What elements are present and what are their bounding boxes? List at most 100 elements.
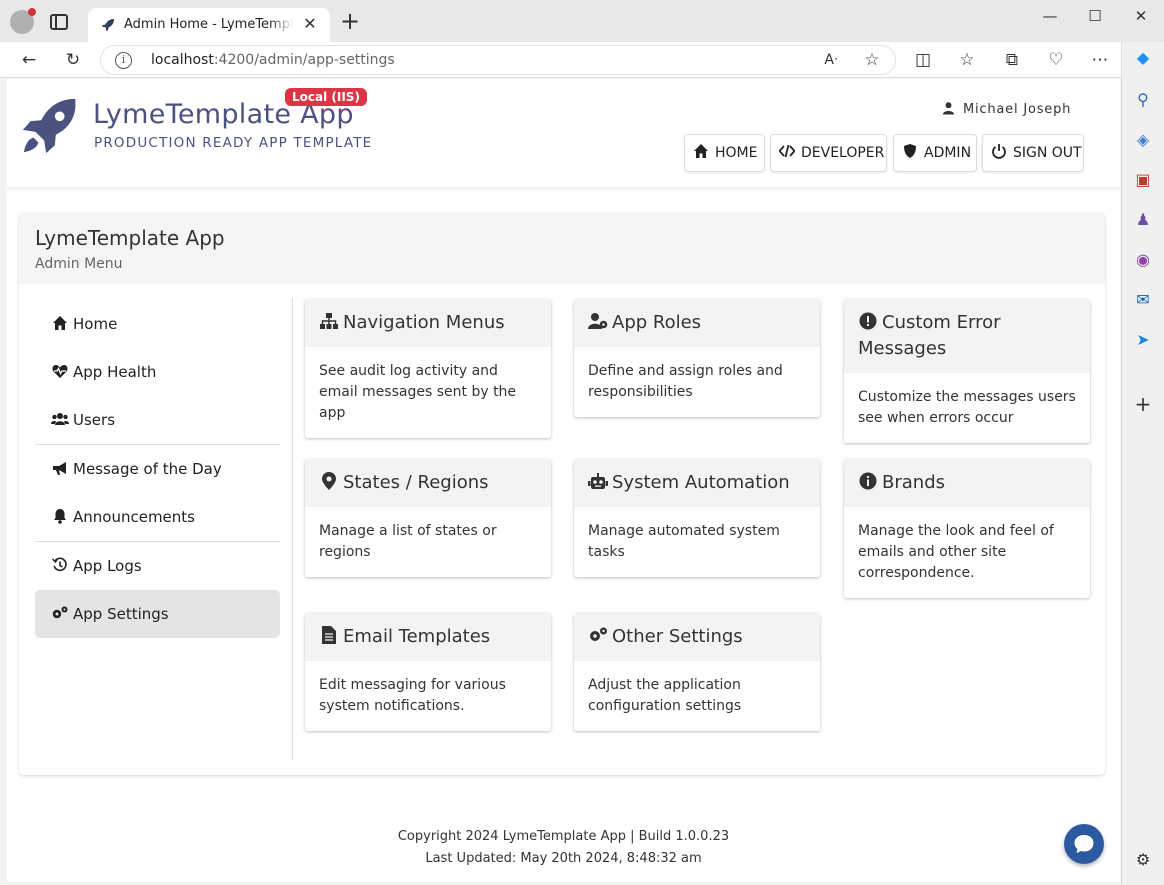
sidebar-settings-icon[interactable]: ⚙ xyxy=(1133,850,1153,870)
tile-description: Customize the messages users see when er… xyxy=(858,389,1076,426)
tile-header: Navigation Menus xyxy=(305,299,551,347)
footer-last-updated: Last Updated: May 20th 2024, 8:48:32 am xyxy=(425,851,702,866)
tile-description: Manage the look and feel of emails and o… xyxy=(858,523,1054,581)
send-icon[interactable]: ➤ xyxy=(1133,330,1153,350)
browser-tab[interactable]: Admin Home - LymeTemplate App ✕ xyxy=(88,8,330,42)
tile-description: Define and assign roles and responsibili… xyxy=(588,363,783,400)
user-gear-icon xyxy=(588,313,608,329)
tile-title: Other Settings xyxy=(612,626,743,647)
tile-header: Email Templates xyxy=(305,613,551,661)
web-page: LymeTemplate App Local (IIS) PRODUCTION … xyxy=(7,79,1120,882)
tile-header: Brands xyxy=(844,459,1090,507)
window-close-icon[interactable]: ✕ xyxy=(1118,4,1164,28)
home-icon xyxy=(694,144,708,158)
collections-icon[interactable]: ⧉ xyxy=(998,46,1026,74)
edge-sidebar: ◆ ⚲ ◈ ▣ ♟ ◉ ✉ ➤ + ⚙ xyxy=(1121,42,1164,885)
tile-system-automation[interactable]: System Automation Manage automated syste… xyxy=(574,459,820,577)
gears-icon xyxy=(590,627,607,641)
nav-developer-button[interactable]: DEVELOPER xyxy=(770,134,887,172)
tile-email-templates[interactable]: Email Templates Edit messaging for vario… xyxy=(305,613,551,731)
menu-item-users[interactable]: Users xyxy=(35,396,280,444)
menu-item-app-health[interactable]: App Health xyxy=(35,348,280,396)
tab-actions-icon[interactable] xyxy=(50,14,68,30)
current-user[interactable]: Michael Joseph xyxy=(942,101,1071,117)
exclamation-circle-icon xyxy=(859,312,877,330)
tile-title: Brands xyxy=(882,472,945,493)
tile-description: Adjust the application configuration set… xyxy=(588,677,742,714)
tile-title: Email Templates xyxy=(343,626,491,647)
tile-header: Custom Error Messages xyxy=(844,299,1090,373)
tile-title: States / Regions xyxy=(343,472,489,493)
nav-home-button[interactable]: HOME xyxy=(684,134,765,172)
menu-item-announcements[interactable]: Announcements xyxy=(35,493,280,541)
copilot-icon[interactable]: ◆ xyxy=(1133,48,1153,68)
menu-item-message-of-the-day[interactable]: Message of the Day xyxy=(35,445,280,493)
gears-icon xyxy=(52,606,68,619)
profile-avatar-icon[interactable] xyxy=(10,8,36,34)
tile-description: See audit log activity and email message… xyxy=(319,363,517,421)
tile-description: Edit messaging for various system notifi… xyxy=(319,677,506,714)
browser-essentials-icon[interactable]: ♡ xyxy=(1042,46,1070,74)
browser-toolbar: ← ↻ i localhost:4200/admin/app-settings … xyxy=(0,42,1164,78)
tile-app-roles[interactable]: App Roles Define and assign roles and re… xyxy=(574,299,820,417)
site-info-icon[interactable]: i xyxy=(115,52,132,69)
maximize-icon[interactable]: ☐ xyxy=(1072,4,1118,28)
tile-title: App Roles xyxy=(612,312,702,333)
shopping-tag-icon[interactable]: ◈ xyxy=(1133,130,1153,150)
minimize-icon[interactable]: — xyxy=(1027,4,1073,28)
menu-vertical-divider xyxy=(292,298,293,760)
nav-sign-out-button[interactable]: SIGN OUT xyxy=(982,134,1084,172)
card-title: LymeTemplate App xyxy=(35,226,225,250)
tile-description: Manage a list of states or regions xyxy=(319,523,497,560)
sitemap-icon xyxy=(320,313,338,329)
tools-icon[interactable]: ▣ xyxy=(1133,170,1153,190)
nav-admin-button[interactable]: ADMIN xyxy=(893,134,977,172)
power-icon xyxy=(992,144,1006,159)
tile-header: States / Regions xyxy=(305,459,551,507)
tile-navigation-menus[interactable]: Navigation Menus See audit log activity … xyxy=(305,299,551,438)
microsoft365-icon[interactable]: ◉ xyxy=(1133,250,1153,270)
search-icon[interactable]: ⚲ xyxy=(1133,90,1153,110)
refresh-icon[interactable]: ↻ xyxy=(59,46,87,74)
address-bar[interactable]: i localhost:4200/admin/app-settings Aᐧ ☆ xyxy=(100,45,896,75)
menu-item-home[interactable]: Home xyxy=(35,300,280,348)
tab-close-icon[interactable]: ✕ xyxy=(300,14,320,34)
new-tab-icon[interactable]: + xyxy=(338,9,362,34)
menu-item-app-logs[interactable]: App Logs xyxy=(35,542,280,590)
url-text[interactable]: localhost:4200/admin/app-settings xyxy=(151,52,395,68)
tile-brands[interactable]: Brands Manage the look and feel of email… xyxy=(844,459,1090,598)
brand-tagline: PRODUCTION READY APP TEMPLATE xyxy=(94,135,373,151)
history-icon xyxy=(52,557,67,572)
tile-title: System Automation xyxy=(612,472,790,493)
tile-states-regions[interactable]: States / Regions Manage a list of states… xyxy=(305,459,551,577)
outlook-icon[interactable]: ✉ xyxy=(1133,290,1153,310)
chat-button[interactable] xyxy=(1064,824,1104,864)
info-circle-icon xyxy=(859,472,877,490)
back-arrow-icon[interactable]: ← xyxy=(15,46,43,74)
home-icon xyxy=(53,316,67,330)
bullhorn-icon xyxy=(53,462,66,475)
header-separator xyxy=(7,187,1120,193)
footer-copyright: Copyright 2024 LymeTemplate App | Build … xyxy=(397,829,730,844)
tile-custom-error-messages[interactable]: Custom Error Messages Customize the mess… xyxy=(844,299,1090,443)
favorites-icon[interactable]: ☆ xyxy=(953,46,981,74)
menu-item-app-settings[interactable]: App Settings xyxy=(35,590,280,638)
card-header: LymeTemplate App Admin Menu xyxy=(19,213,1105,284)
code-icon xyxy=(779,144,795,158)
user-icon xyxy=(942,102,955,115)
tile-other-settings[interactable]: Other Settings Adjust the application co… xyxy=(574,613,820,731)
more-options-icon[interactable]: ⋯ xyxy=(1086,46,1114,74)
tile-header: App Roles xyxy=(574,299,820,347)
heart-pulse-icon xyxy=(52,365,68,378)
favorite-star-icon[interactable]: ☆ xyxy=(858,46,886,74)
read-aloud-icon[interactable]: Aᐧ xyxy=(817,46,845,74)
add-sidebar-app-icon[interactable]: + xyxy=(1133,394,1153,414)
user-name: Michael Joseph xyxy=(963,102,1072,117)
admin-card: LymeTemplate App Admin Menu Home App Hea… xyxy=(19,213,1105,775)
card-subtitle: Admin Menu xyxy=(35,256,123,272)
split-screen-icon[interactable]: ◫ xyxy=(909,46,937,74)
users-icon xyxy=(51,413,69,425)
robot-icon xyxy=(588,473,608,489)
tile-title: Navigation Menus xyxy=(343,312,505,333)
games-icon[interactable]: ♟ xyxy=(1133,210,1153,230)
